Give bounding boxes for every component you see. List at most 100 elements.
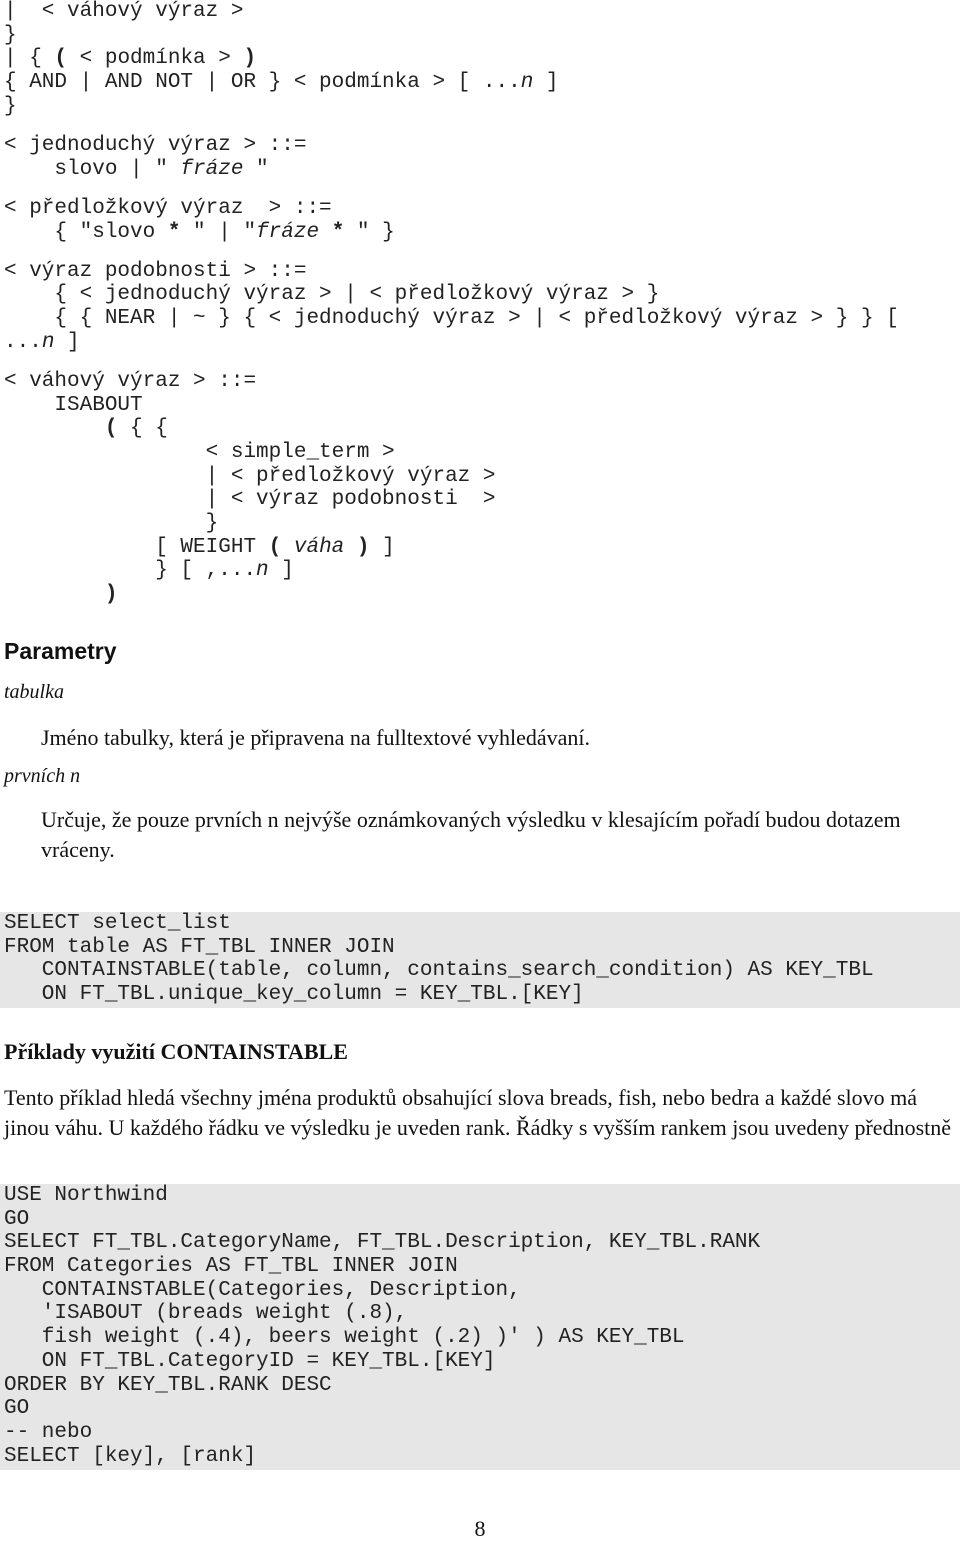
syntax-segment: < simple_term >	[4, 441, 395, 464]
example-code-block: USE Northwind GO SELECT FT_TBL.CategoryNam…	[0, 1184, 960, 1470]
syntax-segment: { { NEAR | ~ } { < jednoduchý výraz > | …	[4, 307, 899, 331]
syntax-segment: *	[331, 220, 345, 244]
param-term-tabulka: tabulka	[4, 681, 64, 703]
syntax-line: < jednoduchý výraz > ::=	[4, 134, 899, 158]
code-line: CONTAINSTABLE(Categories, Description,	[4, 1278, 521, 1302]
syntax-line: }	[4, 24, 899, 48]
code-line: SELECT FT_TBL.CategoryName, FT_TBL.Descr…	[4, 1231, 761, 1255]
code-line: ON FT_TBL.unique_key_column = KEY_TBL.[K…	[4, 983, 584, 1007]
syntax-segment: )	[243, 47, 257, 71]
syntax-segment: ]	[533, 71, 559, 95]
syntax-segment: } [ ,...	[4, 559, 257, 583]
syntax-segment: | < předložkový výraz >	[4, 464, 496, 488]
syntax-line: }	[4, 95, 899, 119]
syntax-segment: )	[356, 535, 370, 559]
examples-paragraph: Tento příklad hledá všechny jména produk…	[4, 1085, 952, 1140]
syntax-line: | < váhový výraz >	[4, 0, 899, 24]
syntax-segment: < jednoduchý výraz > ::=	[4, 133, 307, 157]
syntax-segment: " | "	[180, 220, 257, 244]
code-line: GO	[4, 1207, 30, 1231]
syntax-segment: | < výraz podobnosti >	[4, 488, 496, 512]
syntax-code-block: SELECT select_list FROM table AS FT_TBL I…	[0, 912, 960, 1008]
syntax-segment: váha	[293, 535, 345, 559]
syntax-line: ...n ]	[4, 331, 899, 355]
syntax-segment: }	[4, 512, 219, 536]
syntax-line: { < jednoduchý výraz > | < předložkový v…	[4, 283, 899, 307]
syntax-segment: < podmínka >	[67, 47, 244, 71]
syntax-segment: < váhový výraz > ::=	[4, 369, 257, 393]
syntax-segment: { "slovo	[4, 220, 168, 244]
syntax-segment: *	[167, 220, 181, 244]
syntax-segment: < výraz podobnosti > ::=	[4, 259, 307, 283]
syntax-segment: }	[4, 23, 17, 47]
syntax-line: )	[4, 583, 899, 607]
code-line: USE Northwind	[4, 1184, 168, 1207]
syntax-segment	[281, 536, 294, 559]
syntax-segment: < předložkový výraz > ::=	[4, 196, 332, 220]
syntax-line: < výraz podobnosti > ::=	[4, 260, 899, 284]
syntax-segment: ]	[54, 330, 80, 354]
syntax-segment: fráze	[180, 157, 244, 181]
syntax-line: ( { {	[4, 417, 899, 441]
syntax-segment: { {	[117, 417, 168, 441]
code-line: -- nebo	[4, 1420, 93, 1444]
syntax-line: | < výraz podobnosti >	[4, 488, 899, 512]
syntax-segment: | < váhový výraz >	[4, 0, 244, 23]
code-line: ON FT_TBL.CategoryID = KEY_TBL.[KEY]	[4, 1349, 496, 1373]
parameters-heading: Parametry	[4, 638, 117, 664]
param-description-prvnich-n: Určuje, že pouze prvních n nejvýše oznám…	[41, 807, 901, 862]
code-line: SELECT [key], [rank]	[4, 1444, 257, 1468]
syntax-line: | { ( < podmínka > )	[4, 47, 899, 71]
syntax-segment: n	[256, 559, 269, 583]
syntax-segment: { AND | AND NOT | OR } < podmínka > [ ..…	[4, 71, 521, 95]
syntax-line: } [ ,...n ]	[4, 559, 899, 583]
syntax-line: { { NEAR | ~ } { < jednoduchý výraz > | …	[4, 307, 899, 331]
code-line: fish weight (.4), beers weight (.2) )' )…	[4, 1326, 685, 1350]
syntax-segment: n	[520, 71, 534, 95]
syntax-segment: " }	[344, 220, 395, 244]
syntax-segment: { < jednoduchý výraz > | < předložkový v…	[4, 283, 660, 307]
syntax-line: { AND | AND NOT | OR } < podmínka > [ ..…	[4, 71, 899, 95]
syntax-segment: | {	[4, 47, 55, 71]
syntax-line: < simple_term >	[4, 441, 899, 465]
syntax-segment: (	[104, 417, 118, 441]
param-term-prvnich-n: prvních n	[4, 765, 81, 787]
syntax-line: [ WEIGHT ( váha ) ]	[4, 536, 899, 560]
syntax-segment: ISABOUT	[4, 393, 143, 417]
code-line: ORDER BY KEY_TBL.RANK DESC	[4, 1373, 332, 1397]
syntax-segment	[344, 536, 357, 559]
code-line: SELECT select_list	[4, 912, 231, 935]
syntax-segment: ]	[268, 559, 294, 583]
syntax-definition: | < váhový výraz >} | { ( < podmínka > ){…	[4, 0, 899, 607]
code-line: FROM Categories AS FT_TBL INNER JOIN	[4, 1255, 458, 1279]
syntax-segment: )	[104, 583, 118, 607]
syntax-segment: fráze	[256, 220, 320, 244]
code-line: 'ISABOUT (breads weight (.8),	[4, 1302, 408, 1326]
syntax-segment: [ WEIGHT	[4, 535, 269, 559]
syntax-line: slovo | " fráze "	[4, 158, 899, 182]
syntax-segment	[319, 221, 332, 244]
code-line: CONTAINSTABLE(table, column, contains_se…	[4, 959, 874, 983]
syntax-segment: slovo | "	[4, 157, 181, 181]
param-description-tabulka: Jméno tabulky, která je připravena na fu…	[41, 725, 590, 750]
syntax-segment: ...	[4, 330, 42, 354]
syntax-line: ISABOUT	[4, 394, 899, 418]
syntax-segment	[4, 583, 105, 606]
syntax-segment: (	[268, 535, 282, 559]
code-line: FROM table AS FT_TBL INNER JOIN	[4, 935, 395, 959]
syntax-segment: ]	[369, 535, 395, 559]
syntax-line: { "slovo * " | "fráze * " }	[4, 221, 899, 245]
code-line: GO	[4, 1397, 30, 1421]
syntax-segment: (	[54, 47, 68, 71]
examples-heading: Příklady využití CONTAINSTABLE	[4, 1039, 348, 1064]
syntax-line: | < předložkový výraz >	[4, 465, 899, 489]
syntax-segment: n	[41, 330, 55, 354]
syntax-segment: "	[243, 157, 269, 181]
syntax-line: }	[4, 512, 899, 536]
syntax-line: < předložkový výraz > ::=	[4, 197, 899, 221]
syntax-segment: }	[4, 94, 17, 118]
